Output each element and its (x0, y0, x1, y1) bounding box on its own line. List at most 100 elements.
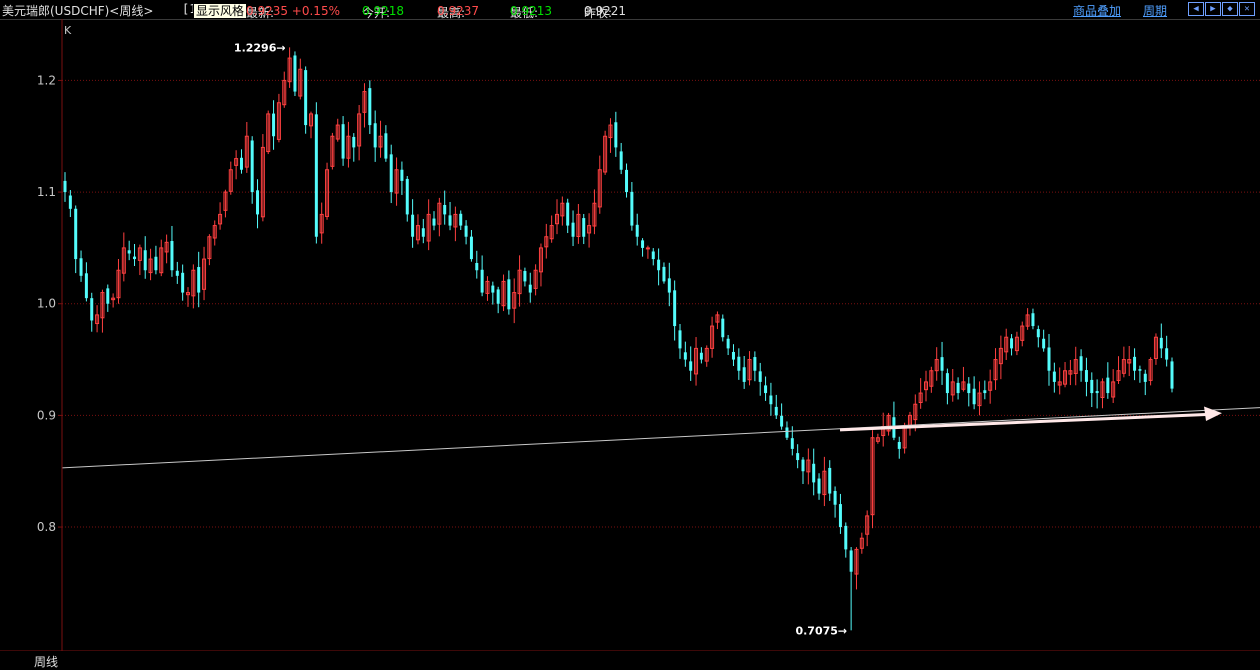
candle-body (678, 330, 682, 349)
candle-body (170, 241, 174, 271)
y-tick-label: 0.8 (37, 520, 56, 534)
candle-body (662, 266, 666, 282)
candle-body (897, 441, 901, 449)
candle-body (491, 285, 495, 293)
candle-body (480, 269, 484, 293)
candle-body (405, 178, 409, 215)
indicator-label: K (64, 24, 72, 37)
candle-body (314, 114, 318, 237)
quote-open-value: 0.9218 (362, 4, 404, 18)
candlestick-chart[interactable]: 1.2296→0.7075→ 1.21.11.00.90.8 200802071… (0, 19, 1260, 651)
candle-body (1047, 347, 1051, 371)
candle-body (293, 55, 297, 92)
candle-body (175, 270, 179, 276)
candle-body (1165, 348, 1169, 360)
candle-body (272, 113, 276, 137)
candle-body (368, 88, 372, 126)
quote-high-value: 0.9237 (437, 4, 479, 18)
candle-body (133, 256, 137, 260)
candle-body (421, 228, 425, 237)
candle-body (143, 250, 147, 271)
candle-body (1133, 356, 1137, 371)
min-price-label: 0.7075→ (795, 624, 847, 637)
candle-body (475, 262, 479, 271)
candle-body (780, 415, 784, 427)
candle-body (673, 290, 677, 327)
candle-body (785, 427, 789, 438)
candle-body (448, 215, 452, 226)
candle-body (764, 385, 768, 394)
candle-body (758, 371, 762, 382)
candle-body (1106, 377, 1110, 394)
time-axis-bar: 周线 (0, 651, 1260, 669)
candle-body (769, 395, 773, 405)
candle-body (1079, 356, 1083, 371)
candle-body (1143, 373, 1147, 382)
candle-body (619, 151, 623, 170)
zoom-icon[interactable]: ◆ (1222, 2, 1238, 16)
candle-body (731, 351, 735, 360)
candle-body (571, 222, 575, 237)
candle-body (582, 218, 586, 237)
candle-body (956, 382, 960, 394)
candle-body (667, 278, 671, 293)
candle-body (507, 279, 511, 310)
period-label: 周线 (34, 655, 59, 669)
scroll-right-icon[interactable]: ▶ (1205, 2, 1221, 16)
y-tick-label: 1.1 (37, 185, 56, 199)
candle-body (239, 157, 243, 170)
candle-body (689, 361, 693, 371)
candles (63, 47, 1174, 631)
candle-body (1090, 379, 1094, 394)
candle-body (68, 195, 72, 209)
candle-body (74, 208, 78, 260)
candle-body (844, 525, 848, 550)
candle-body (635, 224, 639, 237)
y-tick-label: 0.9 (37, 408, 56, 422)
candle-body (566, 202, 570, 226)
candle-body (1095, 391, 1099, 394)
close-icon[interactable]: ✕ (1239, 2, 1255, 16)
candle-body (972, 388, 976, 405)
candle-body (250, 140, 254, 193)
overlay-link[interactable]: 商品叠加 (1073, 2, 1121, 19)
grid-lines (62, 79, 1260, 528)
candle-body (528, 284, 532, 293)
overlays: 1.2296→ 0.7075→ (61, 41, 1260, 637)
candle-body (256, 190, 260, 215)
candle-body (967, 383, 971, 394)
period-link[interactable]: 周期 (1143, 2, 1167, 19)
candle-body (84, 273, 88, 299)
candle-body (197, 267, 201, 293)
y-axis: 1.2 1.1 1.0 0.9 0.8 (37, 19, 63, 651)
scroll-left-icon[interactable]: ◀ (1188, 2, 1204, 16)
candle-body (833, 490, 837, 505)
y-tick-label: 1.2 (37, 73, 56, 87)
candle-body (790, 438, 794, 449)
candle-body (641, 240, 645, 248)
quote-prev-close-value: 0.9221 (584, 4, 626, 18)
candle-body (469, 236, 473, 260)
y-tick-label: 1.0 (37, 297, 56, 311)
candle-body (63, 180, 67, 193)
candle-body (79, 258, 83, 276)
candle-body (828, 467, 832, 494)
candle-body (983, 390, 987, 394)
candle-body (817, 478, 821, 494)
candle-body (1084, 370, 1088, 382)
candle-body (1159, 337, 1163, 349)
trend-arrow-shaft (839, 412, 1213, 432)
candle-body (849, 550, 853, 572)
candle-body (838, 504, 842, 528)
candle-body (726, 338, 730, 349)
candle-body (683, 352, 687, 360)
candle-body (411, 214, 415, 237)
candle-body (523, 271, 527, 282)
trend-arrow-head (1204, 406, 1222, 421)
candle-body (90, 298, 94, 321)
candle-body (373, 123, 377, 148)
candle-body (154, 256, 158, 271)
candle-body (1052, 371, 1056, 382)
candle-body (181, 272, 185, 293)
candle-body (1170, 361, 1174, 389)
